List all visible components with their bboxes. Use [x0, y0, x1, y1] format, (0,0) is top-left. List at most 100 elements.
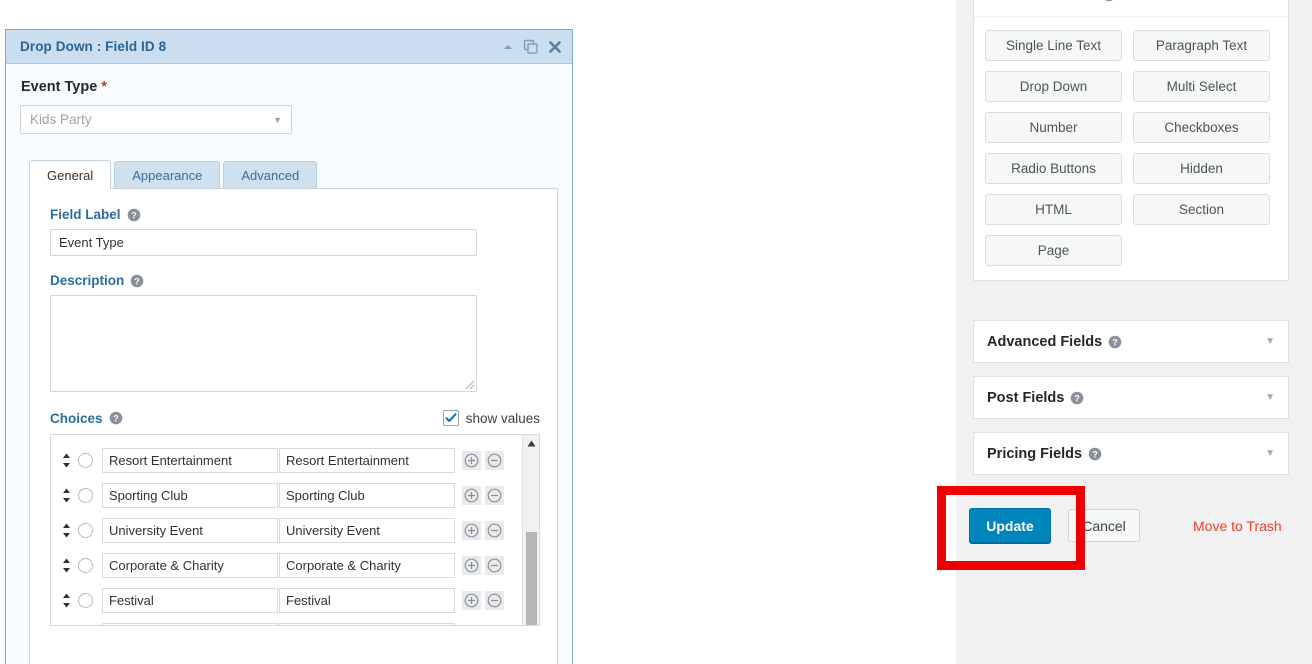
field-button-number[interactable]: Number — [985, 112, 1122, 143]
choices-label-text: Choices — [50, 410, 103, 426]
chevron-down-icon[interactable]: ▼ — [1265, 392, 1275, 403]
choice-row — [51, 513, 539, 548]
field-panel-title: Drop Down : Field ID 8 — [20, 39, 167, 54]
choice-value-input[interactable] — [279, 588, 455, 613]
remove-choice-icon[interactable] — [485, 451, 504, 470]
choice-value-input[interactable] — [279, 518, 455, 543]
help-icon[interactable]: ? — [1070, 391, 1084, 405]
standard-fields-header[interactable]: Standard Fields ? — [974, 0, 1288, 17]
accordion-pricing-fields-title: Pricing Fields — [987, 445, 1083, 462]
choice-selected-radio[interactable] — [78, 593, 93, 608]
remove-choice-icon[interactable] — [485, 521, 504, 540]
help-icon[interactable]: ? — [1102, 0, 1116, 2]
help-icon[interactable]: ? — [127, 208, 141, 222]
choice-row — [51, 478, 539, 513]
field-label-input[interactable] — [50, 229, 477, 256]
resize-grip-icon[interactable] — [461, 376, 475, 390]
add-choice-icon[interactable] — [462, 451, 481, 470]
accordion-pricing-fields-title-wrap: Pricing Fields ? — [987, 446, 1102, 462]
choices-scrollbar[interactable] — [522, 435, 539, 625]
choice-value-input[interactable] — [279, 448, 455, 473]
scroll-up-arrow-icon[interactable] — [523, 435, 539, 452]
add-choice-icon[interactable] — [462, 521, 481, 540]
help-icon[interactable]: ? — [1108, 335, 1122, 349]
field-preview-select-value: Kids Party — [30, 112, 92, 127]
field-button-radio-buttons[interactable]: Radio Buttons — [985, 153, 1122, 184]
field-button-multi-select[interactable]: Multi Select — [1133, 71, 1270, 102]
close-icon[interactable] — [548, 40, 562, 54]
choice-selected-radio[interactable] — [78, 523, 93, 538]
duplicate-icon[interactable] — [523, 39, 539, 55]
choice-selected-radio[interactable] — [78, 558, 93, 573]
chevron-down-icon[interactable]: ▼ — [1265, 448, 1275, 459]
chevron-down-icon[interactable]: ▼ — [1265, 336, 1275, 347]
description-textarea[interactable] — [50, 295, 477, 392]
choice-label-input[interactable] — [102, 483, 278, 508]
choice-row — [51, 548, 539, 583]
accordion-advanced-fields[interactable]: Advanced Fields ? ▼ — [973, 320, 1289, 363]
field-label-section-label: Field Label ? — [50, 207, 537, 222]
tab-appearance[interactable]: Appearance — [114, 161, 221, 188]
svg-text:?: ? — [1112, 337, 1118, 347]
standard-fields-panel: Standard Fields ? Single Line Text Parag… — [973, 0, 1289, 281]
field-panel-header: Drop Down : Field ID 8 — [6, 30, 572, 64]
tab-advanced[interactable]: Advanced — [223, 161, 318, 188]
accordion-post-fields-title-wrap: Post Fields ? — [987, 390, 1084, 406]
drag-handle-icon[interactable] — [60, 558, 73, 573]
add-choice-icon[interactable] — [462, 556, 481, 575]
choice-row — [51, 583, 539, 618]
help-icon[interactable]: ? — [130, 274, 144, 288]
chevron-down-icon: ▼ — [273, 114, 282, 125]
field-button-drop-down[interactable]: Drop Down — [985, 71, 1122, 102]
field-button-paragraph-text[interactable]: Paragraph Text — [1133, 30, 1270, 61]
tab-panel-general: Field Label ? Description ? — [29, 188, 558, 664]
show-values-toggle[interactable]: show values — [442, 410, 540, 426]
help-icon[interactable]: ? — [1088, 447, 1102, 461]
remove-choice-icon[interactable] — [485, 556, 504, 575]
standard-fields-title: Standard Fields — [987, 0, 1096, 3]
show-values-checkbox[interactable] — [442, 410, 459, 426]
accordion-post-fields[interactable]: Post Fields ? ▼ — [973, 376, 1289, 419]
accordion-pricing-fields[interactable]: Pricing Fields ? ▼ — [973, 432, 1289, 475]
choice-value-input[interactable] — [279, 553, 455, 578]
field-button-hidden[interactable]: Hidden — [1133, 153, 1270, 184]
gravity-forms-field-editor-screen: Drop Down : Field ID 8 Event Type * Kids… — [0, 0, 1312, 664]
svg-text:?: ? — [135, 276, 141, 286]
choice-selected-radio[interactable] — [78, 453, 93, 468]
update-button[interactable]: Update — [969, 508, 1051, 543]
choices-scrollbar-thumb[interactable] — [526, 532, 537, 625]
field-palette-sidebar: Standard Fields ? Single Line Text Parag… — [956, 0, 1312, 664]
standard-fields-grid: Single Line Text Paragraph Text Drop Dow… — [974, 17, 1288, 280]
field-preview-label-text: Event Type — [21, 79, 98, 95]
tab-general[interactable]: General — [29, 160, 112, 189]
accordion-advanced-fields-title-wrap: Advanced Fields ? — [987, 334, 1122, 350]
cancel-button[interactable]: Cancel — [1068, 509, 1140, 542]
choice-label-input[interactable] — [102, 448, 278, 473]
collapse-caret-icon[interactable] — [502, 41, 514, 53]
drag-handle-icon[interactable] — [60, 523, 73, 538]
field-button-page[interactable]: Page — [985, 235, 1122, 266]
field-button-html[interactable]: HTML — [985, 194, 1122, 225]
help-icon[interactable]: ? — [109, 411, 123, 425]
choice-label-input[interactable] — [102, 518, 278, 543]
choice-label-input[interactable] — [102, 588, 278, 613]
drag-handle-icon[interactable] — [60, 453, 73, 468]
choice-value-input[interactable] — [279, 623, 455, 625]
remove-choice-icon[interactable] — [485, 486, 504, 505]
choice-value-input[interactable] — [279, 483, 455, 508]
drag-handle-icon[interactable] — [60, 488, 73, 503]
field-button-checkboxes[interactable]: Checkboxes — [1133, 112, 1270, 143]
choice-label-input[interactable] — [102, 623, 278, 625]
field-button-single-line-text[interactable]: Single Line Text — [985, 30, 1122, 61]
remove-choice-icon[interactable] — [485, 591, 504, 610]
field-preview-select[interactable]: Kids Party ▼ — [20, 105, 292, 134]
choice-label-input[interactable] — [102, 553, 278, 578]
choice-selected-radio[interactable] — [78, 488, 93, 503]
add-choice-icon[interactable] — [462, 486, 481, 505]
choice-row — [51, 618, 539, 625]
add-choice-icon[interactable] — [462, 591, 481, 610]
accordion-post-fields-title: Post Fields — [987, 389, 1065, 406]
field-button-section[interactable]: Section — [1133, 194, 1270, 225]
drag-handle-icon[interactable] — [60, 593, 73, 608]
move-to-trash-link[interactable]: Move to Trash — [1193, 518, 1282, 534]
